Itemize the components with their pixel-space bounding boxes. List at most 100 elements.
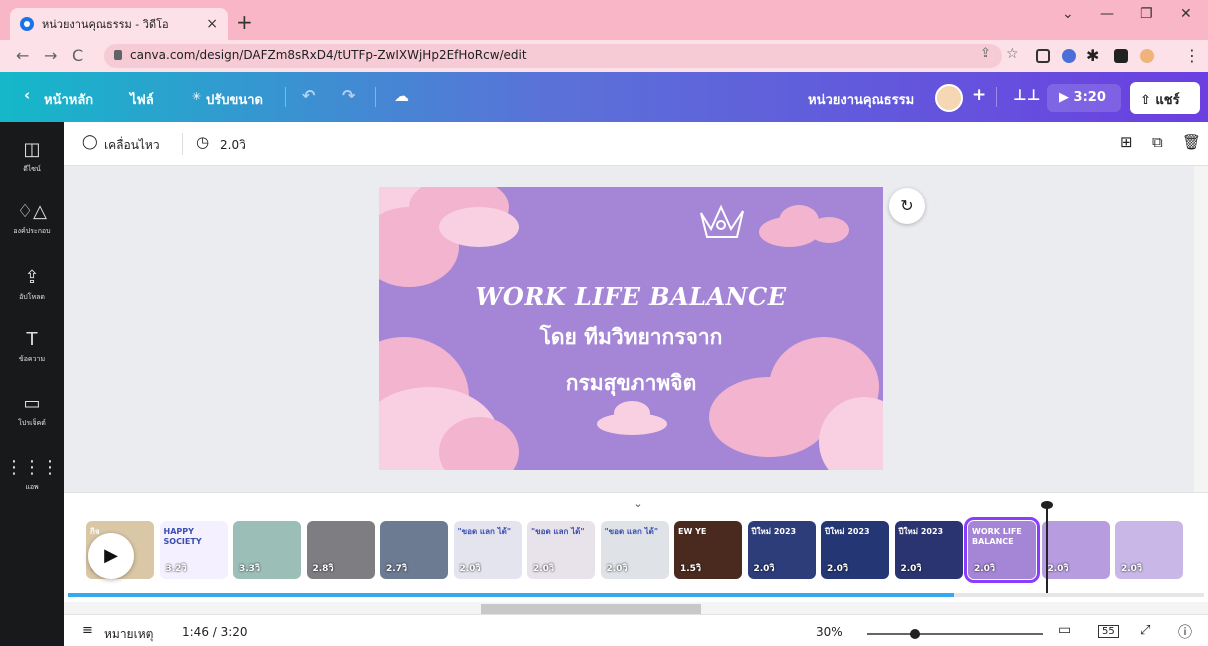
thumbnail-caption: ปีใหม่ 2023: [898, 527, 944, 536]
insights-chart-icon[interactable]: ⊥⊥: [1013, 86, 1040, 104]
share-button[interactable]: ⇧ แชร์: [1130, 82, 1200, 114]
divider: [285, 87, 286, 107]
home-button[interactable]: หน้าหลัก: [44, 89, 93, 110]
share-page-icon[interactable]: ⇪: [980, 46, 991, 61]
timeline-play-button[interactable]: ▶: [88, 533, 134, 579]
slide-canvas[interactable]: WORK LIFE BALANCE โดย ทีมวิทยากรจาก กรมส…: [379, 187, 883, 470]
thumbnail-duration: 2.0วิ: [606, 564, 628, 574]
edit-toolbar: ◯ เคลื่อนไหว ◷ 2.0วิ ⊞ ⧉ 🗑: [64, 122, 1208, 166]
sidebar-item-elements[interactable]: ♢△ องค์ประกอบ: [0, 200, 64, 260]
thumbnail-duration: 2.0วิ: [827, 564, 848, 574]
delete-page-icon[interactable]: 🗑: [1182, 133, 1201, 151]
thumbnail-duration: 2.0วิ: [974, 564, 995, 574]
sidebar-item-design[interactable]: ◫ ดีไซน์: [0, 138, 64, 198]
slide-subtitle-line-1[interactable]: โดย ทีมวิทยากรจาก: [379, 321, 883, 354]
thumbnail-duration: 2.0วิ: [1047, 564, 1069, 574]
timeline-thumbnail[interactable]: WORK LIFE BALANCE 2.0วิ: [964, 517, 1040, 583]
extensions-puzzle-icon[interactable]: ✱: [1086, 46, 1099, 65]
timeline-thumbnail[interactable]: "ขอด แลก ได้" 2.0วิ: [453, 521, 522, 579]
grid-view-icon[interactable]: ▭: [1058, 622, 1071, 638]
timeline-thumbnail[interactable]: EW YE 1.5วิ: [674, 521, 742, 579]
help-icon[interactable]: ⓘ: [1178, 622, 1192, 642]
user-avatar[interactable]: [935, 84, 963, 112]
timeline-thumbnail[interactable]: ปีใหม่ 2023 2.0วิ: [821, 521, 889, 579]
timeline-thumbnail[interactable]: ปีใหม่ 2023 2.0วิ: [747, 521, 816, 579]
sidebar-item-apps[interactable]: ⋮⋮⋮ แอพ: [0, 456, 64, 516]
zoom-level[interactable]: 30%: [816, 625, 843, 639]
timeline-thumbnail[interactable]: 2.8วิ: [306, 521, 375, 579]
animate-button[interactable]: เคลื่อนไหว: [104, 136, 160, 155]
tab-search-button[interactable]: ⌄: [1062, 6, 1074, 22]
playhead[interactable]: [1041, 501, 1053, 597]
cloud-shape: [614, 401, 650, 425]
back-icon[interactable]: ←: [16, 46, 29, 65]
restore-button[interactable]: ❐: [1140, 6, 1153, 22]
timeline-thumbnail[interactable]: "ขอด แลก ได้" 2.0วิ: [600, 521, 669, 579]
timeline-thumbnail[interactable]: "ขอด แลก ได้" 2.0วิ: [527, 521, 595, 579]
cloud-shape: [809, 217, 849, 243]
timeline-thumbnail[interactable]: ปีใหม่ 2023 2.0วิ: [894, 521, 963, 579]
chevron-down-icon[interactable]: ⌄: [624, 497, 652, 511]
zoom-slider-handle[interactable]: [910, 629, 920, 639]
clock-icon: ◷: [196, 133, 210, 151]
forward-icon[interactable]: →: [44, 46, 57, 65]
slide-subtitle-line-2[interactable]: กรมสุขภาพจิต: [379, 367, 883, 400]
lock-icon: [114, 50, 122, 60]
thumbnail-caption: "ขอด แลก ได้": [604, 527, 659, 536]
cloud-shape: [439, 207, 519, 247]
thumbnail-caption: WORK LIFE BALANCE: [972, 527, 1022, 546]
slide-title[interactable]: WORK LIFE BALANCE: [379, 282, 883, 311]
extension-icon[interactable]: [1062, 49, 1076, 63]
timeline-thumbnail[interactable]: 3.3วิ: [233, 521, 301, 579]
sidebar-item-text[interactable]: T ข้อความ: [0, 328, 64, 388]
divider: [182, 133, 183, 155]
extension-icon[interactable]: [1036, 49, 1050, 63]
file-menu-button[interactable]: ไฟล์: [130, 89, 154, 110]
bookmark-star-icon[interactable]: ☆: [1006, 46, 1019, 62]
page-count-badge[interactable]: 55: [1098, 625, 1119, 638]
sidepanel-icon[interactable]: [1114, 49, 1128, 63]
animate-icon: ◯: [82, 134, 98, 150]
scrollbar-thumb[interactable]: [481, 604, 701, 614]
back-chevron-icon[interactable]: ‹: [24, 86, 30, 104]
thumbnail-duration: 2.0วิ: [753, 564, 775, 574]
timeline-thumbnail[interactable]: 2.7วิ: [380, 521, 448, 579]
browser-tab-strip: หน่วยงานคุณธรรม - วิดีโอ × + ⌄ — ❐ ✕: [0, 0, 1208, 40]
notes-button[interactable]: หมายเหตุ: [104, 625, 153, 644]
add-page-icon[interactable]: ⊞: [1120, 133, 1133, 151]
sidebar-item-label: ข้อความ: [18, 355, 46, 363]
folder-icon: ▭: [23, 393, 41, 414]
profile-avatar-icon[interactable]: [1140, 49, 1154, 63]
vertical-scrollbar[interactable]: [1194, 166, 1208, 492]
zoom-slider[interactable]: [867, 633, 1043, 635]
tab-close-button[interactable]: ×: [206, 16, 218, 32]
duplicate-page-icon[interactable]: ⧉: [1152, 133, 1163, 151]
present-play-button[interactable]: ▶ 3:20: [1047, 84, 1121, 112]
new-tab-button[interactable]: +: [236, 10, 253, 34]
url-bar[interactable]: canva.com/design/DAFZm8sRxD4/tUTFp-ZwIXW…: [104, 44, 1002, 68]
fullscreen-icon[interactable]: ⤢: [1140, 623, 1150, 638]
duration-button[interactable]: 2.0วิ: [220, 136, 246, 155]
timeline-thumbnail[interactable]: HAPPY SOCIETY 3.2วิ: [159, 521, 228, 579]
add-people-button[interactable]: +: [972, 85, 986, 105]
regenerate-icon[interactable]: ↻: [889, 188, 925, 224]
close-window-button[interactable]: ✕: [1180, 6, 1192, 22]
minimize-button[interactable]: —: [1100, 6, 1114, 22]
timeline-thumbnail[interactable]: 2.0วิ: [1115, 521, 1183, 579]
resize-button[interactable]: ปรับขนาด: [206, 89, 263, 110]
apps-grid-icon: ⋮⋮⋮: [5, 457, 59, 478]
timeline-progress-track[interactable]: [68, 593, 1204, 597]
reload-icon[interactable]: C: [72, 46, 83, 65]
timeline-thumbnail[interactable]: 2.0วิ: [1041, 521, 1110, 579]
undo-icon[interactable]: ↶: [302, 86, 315, 105]
browser-tab[interactable]: หน่วยงานคุณธรรม - วิดีโอ ×: [10, 8, 228, 40]
sidebar-item-upload[interactable]: ⇪ อัปโหลด: [0, 266, 64, 326]
sidebar-item-projects[interactable]: ▭ โปรเจ็คต์: [0, 392, 64, 452]
project-title[interactable]: หน่วยงานคุณธรรม: [808, 89, 914, 110]
thumbnail-duration: 2.8วิ: [312, 564, 334, 574]
notes-icon: ≡: [82, 623, 93, 638]
horizontal-scrollbar[interactable]: [64, 602, 1208, 614]
browser-menu-icon[interactable]: ⋮: [1184, 46, 1200, 65]
redo-icon[interactable]: ↷: [342, 86, 355, 105]
thumbnail-duration: 3.2วิ: [165, 564, 187, 574]
